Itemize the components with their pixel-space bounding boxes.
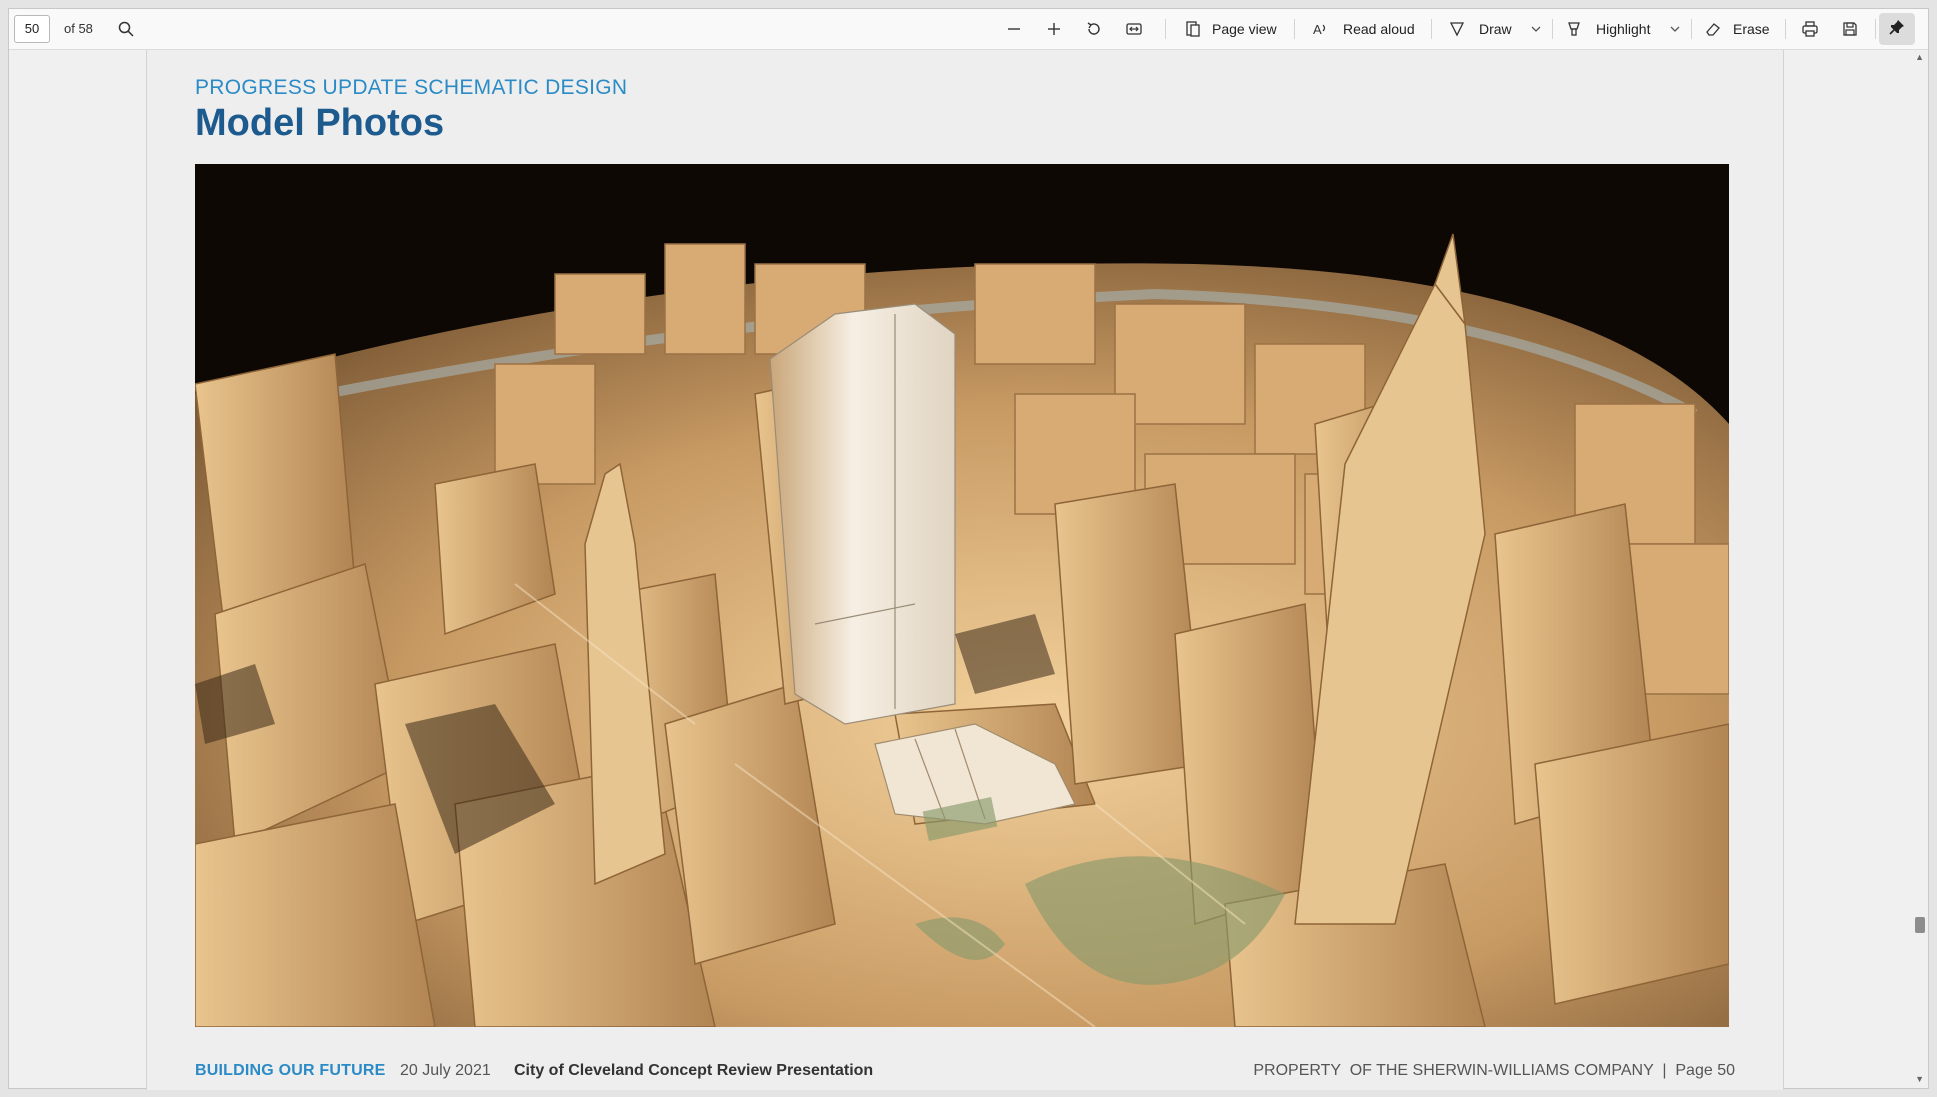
- svg-text:A: A: [1313, 22, 1322, 37]
- highlight-icon[interactable]: [1562, 17, 1586, 41]
- footer-brand: BUILDING OUR FUTURE: [195, 1062, 386, 1079]
- scrollbar-thumb[interactable]: [1915, 917, 1925, 933]
- section-subtitle: PROGRESS UPDATE SCHEMATIC DESIGN: [195, 76, 628, 99]
- pdf-viewer-window: 50 of 58 Page view A Read aloud Draw Hig…: [8, 8, 1929, 1090]
- page-view-icon[interactable]: [1181, 17, 1205, 41]
- toolbar-separator: [1785, 19, 1786, 39]
- page-total-label: of 58: [64, 21, 93, 36]
- pdf-page: PROGRESS UPDATE SCHEMATIC DESIGN Model P…: [146, 50, 1784, 1090]
- toolbar: 50 of 58 Page view A Read aloud Draw Hig…: [9, 9, 1928, 50]
- read-aloud-icon[interactable]: A: [1308, 17, 1332, 41]
- save-icon[interactable]: [1838, 17, 1862, 41]
- draw-icon[interactable]: [1445, 17, 1469, 41]
- draw-dropdown-chevron-icon[interactable]: [1524, 17, 1548, 41]
- toolbar-separator: [1294, 19, 1295, 39]
- zoom-out-icon[interactable]: [1002, 17, 1026, 41]
- erase-button[interactable]: Erase: [1733, 21, 1770, 37]
- toolbar-separator: [1691, 19, 1692, 39]
- print-icon[interactable]: [1798, 17, 1822, 41]
- footer-property-and-page: PROPERTY OF THE SHERWIN-WILLIAMS COMPANY…: [1253, 1062, 1735, 1079]
- toolbar-separator: [1875, 19, 1876, 39]
- read-aloud-button[interactable]: Read aloud: [1343, 21, 1415, 37]
- eraser-icon[interactable]: [1701, 17, 1725, 41]
- search-icon[interactable]: [114, 17, 138, 41]
- toolbar-separator: [1165, 19, 1166, 39]
- architectural-model-photo: [195, 164, 1729, 1027]
- zoom-in-icon[interactable]: [1042, 17, 1066, 41]
- pin-toolbar-button[interactable]: [1879, 13, 1915, 45]
- draw-button[interactable]: Draw: [1479, 21, 1512, 37]
- page-number-input[interactable]: 50: [14, 15, 50, 43]
- vertical-scrollbar[interactable]: ▲ ▼: [1912, 50, 1928, 1088]
- scroll-up-arrow-icon[interactable]: ▲: [1915, 52, 1924, 62]
- page-title: Model Photos: [195, 102, 445, 144]
- rotate-icon[interactable]: [1082, 17, 1106, 41]
- footer-presentation-title: City of Cleveland Concept Review Present…: [514, 1062, 874, 1079]
- footer-date: 20 July 2021: [400, 1062, 491, 1079]
- highlight-button[interactable]: Highlight: [1596, 21, 1650, 37]
- highlight-dropdown-chevron-icon[interactable]: [1663, 17, 1687, 41]
- page-view-button[interactable]: Page view: [1212, 21, 1277, 37]
- scroll-down-arrow-icon[interactable]: ▼: [1915, 1074, 1924, 1084]
- toolbar-separator: [1431, 19, 1432, 39]
- pin-icon: [1888, 18, 1906, 41]
- fit-width-icon[interactable]: [1122, 17, 1146, 41]
- toolbar-separator: [1552, 19, 1553, 39]
